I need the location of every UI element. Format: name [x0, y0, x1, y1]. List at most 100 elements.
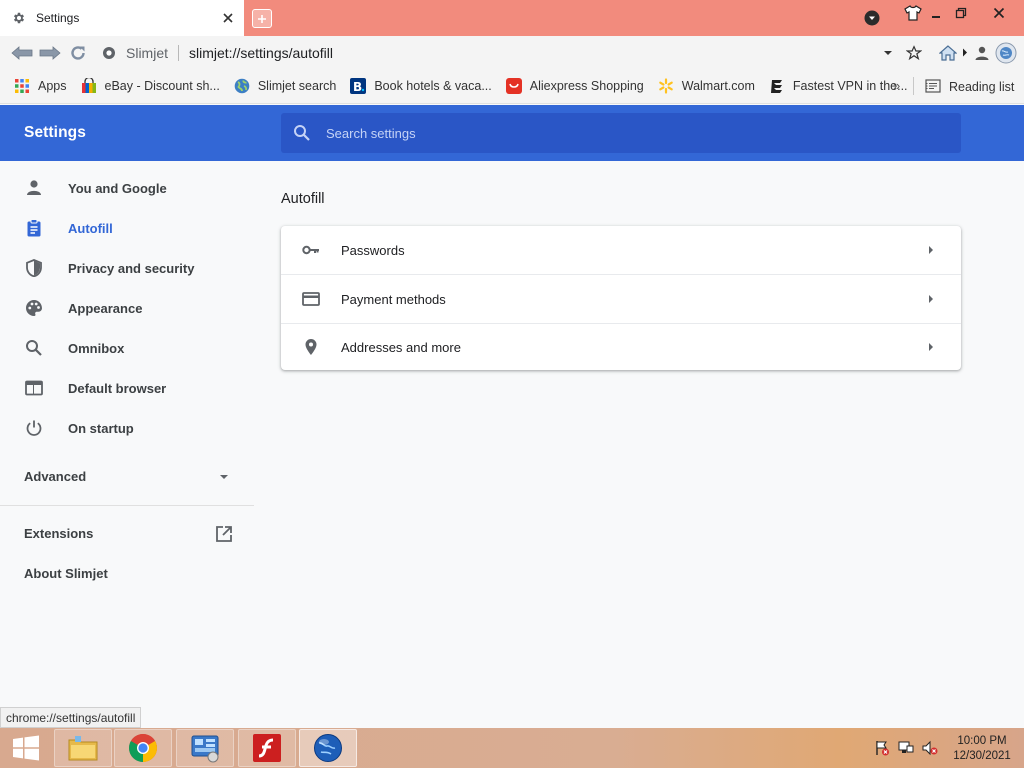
new-tab-button[interactable]: [252, 9, 272, 28]
control-panel-icon: [191, 735, 219, 763]
browser-window-icon: [24, 378, 44, 398]
network-icon[interactable]: [898, 740, 914, 756]
bookmarks-overflow-button[interactable]: »: [893, 78, 900, 93]
close-window-icon[interactable]: [986, 2, 1012, 24]
row-label: Addresses and more: [341, 339, 461, 355]
shirt-theme-icon[interactable]: [900, 2, 926, 24]
home-icon[interactable]: [936, 41, 960, 65]
taskbar-file-explorer[interactable]: [54, 729, 112, 767]
bookmark-vpn[interactable]: Fastest VPN in the...: [769, 78, 908, 94]
windows-logo-icon: [13, 735, 39, 761]
bookmark-label: eBay - Discount sh...: [104, 79, 220, 93]
passwords-row[interactable]: Passwords: [281, 226, 961, 274]
sidebar-extensions[interactable]: Extensions: [24, 526, 93, 541]
apps-grid-icon: [14, 78, 30, 94]
windows-taskbar: 10:00 PM 12/30/2021: [0, 728, 1024, 768]
page-title: Settings: [24, 124, 86, 141]
sidebar-item-you-and-google[interactable]: You and Google: [0, 168, 254, 208]
taskbar-control-panel[interactable]: [176, 729, 234, 767]
chevron-right-icon: [921, 289, 941, 309]
row-label: Payment methods: [341, 291, 446, 307]
bookmark-label: Aliexpress Shopping: [529, 79, 644, 93]
bookmark-aliexpress[interactable]: Aliexpress Shopping: [505, 78, 644, 94]
bookmark-apps[interactable]: Apps: [14, 78, 67, 94]
account-dropdown-icon[interactable]: [859, 7, 885, 29]
location-pin-icon: [301, 337, 321, 357]
reload-icon: [71, 45, 85, 60]
clock-time: 10:00 PM: [957, 735, 1007, 747]
sidebar-item-appearance[interactable]: Appearance: [0, 288, 254, 328]
sidebar-item-on-startup[interactable]: On startup: [0, 408, 254, 448]
bookmark-label: Apps: [38, 79, 67, 93]
restore-icon[interactable]: [948, 2, 974, 24]
search-icon: [293, 124, 311, 142]
sidebar-divider: [0, 505, 254, 506]
close-tab-icon[interactable]: [218, 8, 238, 28]
bookmark-star-icon[interactable]: [902, 41, 926, 65]
bookmark-slimjet-search[interactable]: Slimjet search: [234, 78, 337, 94]
open-external-icon[interactable]: [215, 525, 233, 543]
palette-icon: [24, 298, 44, 318]
ebay-icon: [81, 78, 97, 94]
home-chevron-icon[interactable]: [960, 41, 970, 65]
bookmark-booking[interactable]: B Book hotels & vaca...: [350, 78, 492, 94]
sidebar-item-label: On startup: [68, 420, 134, 436]
minimize-icon[interactable]: [924, 2, 950, 24]
forward-arrow-icon: [39, 45, 61, 60]
volume-muted-icon[interactable]: [922, 740, 938, 756]
chevron-right-icon: [921, 337, 941, 357]
globe-icon: [234, 78, 250, 94]
sidebar-item-omnibox[interactable]: Omnibox: [0, 328, 254, 368]
sidebar-item-autofill[interactable]: Autofill: [0, 208, 254, 248]
profile-icon[interactable]: [970, 41, 994, 65]
sidebar-item-label: Default browser: [68, 380, 167, 396]
globe-menu-icon[interactable]: [994, 41, 1018, 65]
action-center-flag-icon[interactable]: [874, 740, 890, 756]
sidebar-about[interactable]: About Slimjet: [24, 566, 108, 581]
bookmarks-divider: [913, 77, 914, 95]
sidebar-item-privacy-and-security[interactable]: Privacy and security: [0, 248, 254, 288]
reload-button[interactable]: [64, 39, 92, 67]
shield-icon: [24, 258, 44, 278]
bookmark-label: Slimjet search: [257, 79, 337, 93]
credit-card-icon: [301, 289, 321, 309]
chevron-down-icon[interactable]: [218, 473, 230, 481]
address-dropdown-icon[interactable]: [876, 41, 900, 65]
search-settings-box[interactable]: [281, 113, 961, 153]
folder-icon: [68, 736, 98, 761]
payment-methods-row[interactable]: Payment methods: [281, 275, 961, 323]
bookmark-ebay[interactable]: eBay - Discount sh...: [81, 78, 220, 94]
bookmark-label: Walmart.com: [681, 79, 755, 93]
taskbar-clock[interactable]: 10:00 PM 12/30/2021: [946, 734, 1018, 764]
gear-icon: [12, 11, 26, 25]
taskbar-flash-player[interactable]: [238, 729, 296, 767]
autofill-card: Passwords Payment methods Addresses and …: [281, 226, 961, 370]
sidebar-item-default-browser[interactable]: Default browser: [0, 368, 254, 408]
start-button[interactable]: [4, 730, 48, 766]
reading-list-button[interactable]: Reading list: [925, 69, 1014, 104]
walmart-icon: [658, 78, 674, 94]
clock-date: 12/30/2021: [953, 750, 1011, 762]
tab-settings[interactable]: Settings: [0, 0, 244, 36]
address-url-field[interactable]: slimjet://settings/autofill: [189, 45, 876, 61]
site-chip[interactable]: Slimjet: [102, 45, 168, 61]
bookmarks-bar: Apps eBay - Discount sh... Slimjet searc…: [0, 69, 1024, 104]
forward-button[interactable]: [36, 39, 64, 67]
vpn-icon: [769, 78, 785, 94]
taskbar-slimjet[interactable]: [299, 729, 357, 767]
settings-header: Settings: [0, 105, 1024, 161]
addresses-row[interactable]: Addresses and more: [281, 323, 961, 371]
row-label: Passwords: [341, 242, 405, 258]
search-settings-input[interactable]: [326, 125, 926, 141]
section-title: Autofill: [281, 191, 325, 207]
flash-icon: [253, 734, 281, 762]
bookmark-walmart[interactable]: Walmart.com: [658, 78, 755, 94]
slimjet-globe-icon: [314, 734, 342, 762]
chrome-icon: [129, 734, 157, 762]
sidebar-advanced[interactable]: Advanced: [24, 469, 86, 484]
back-button[interactable]: [8, 39, 36, 67]
search-icon: [24, 338, 44, 358]
settings-sidebar: You and Google Autofill Privacy and secu…: [0, 161, 254, 706]
bookmark-label: Book hotels & vaca...: [374, 79, 492, 93]
taskbar-chrome[interactable]: [114, 729, 172, 767]
